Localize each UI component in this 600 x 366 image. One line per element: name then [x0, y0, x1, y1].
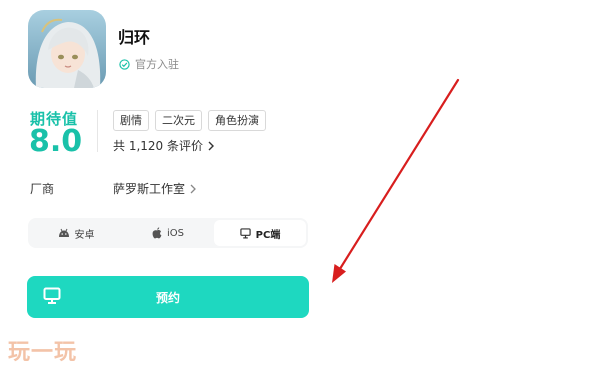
genre-tag[interactable]: 角色扮演 — [208, 110, 266, 131]
vendor-link[interactable]: 萨罗斯工作室 — [113, 180, 197, 197]
game-app-icon[interactable] — [28, 10, 106, 88]
reserve-button-label: 预约 — [155, 291, 180, 305]
vendor-name: 萨罗斯工作室 — [113, 182, 186, 196]
apple-icon — [152, 227, 162, 239]
verified-check-icon — [119, 58, 130, 70]
tab-android[interactable]: 安卓 — [30, 220, 122, 246]
genre-tag[interactable]: 剧情 — [113, 110, 149, 131]
expectation-score: 8.0 — [29, 124, 83, 159]
vendor-label: 厂商 — [30, 182, 55, 196]
tab-ios-label: iOS — [167, 227, 184, 239]
platform-tabs: 安卓 iOS PC端 — [28, 218, 308, 248]
verified-badge: 官方入驻 — [119, 56, 179, 72]
divider — [97, 110, 98, 152]
tab-pc[interactable]: PC端 — [214, 220, 306, 246]
chevron-right-icon — [190, 184, 196, 193]
reviews-link[interactable]: 共 1,120 条评价 — [113, 137, 215, 154]
reserve-button[interactable]: 预约 — [27, 276, 309, 318]
tab-ios[interactable]: iOS — [122, 220, 214, 246]
android-icon — [58, 228, 69, 237]
watermark-logo: 玩一玩 — [8, 340, 78, 365]
chevron-right-icon — [208, 141, 214, 150]
verified-text: 官方入驻 — [135, 58, 179, 71]
game-title: 归环 — [118, 28, 151, 47]
monitor-icon — [239, 227, 251, 238]
tab-pc-label: PC端 — [255, 229, 281, 241]
genre-tags: 剧情 二次元 角色扮演 — [113, 110, 266, 131]
genre-tag[interactable]: 二次元 — [155, 110, 202, 131]
reviews-count: 共 1,120 条评价 — [113, 139, 203, 153]
tab-android-label: 安卓 — [74, 229, 95, 241]
